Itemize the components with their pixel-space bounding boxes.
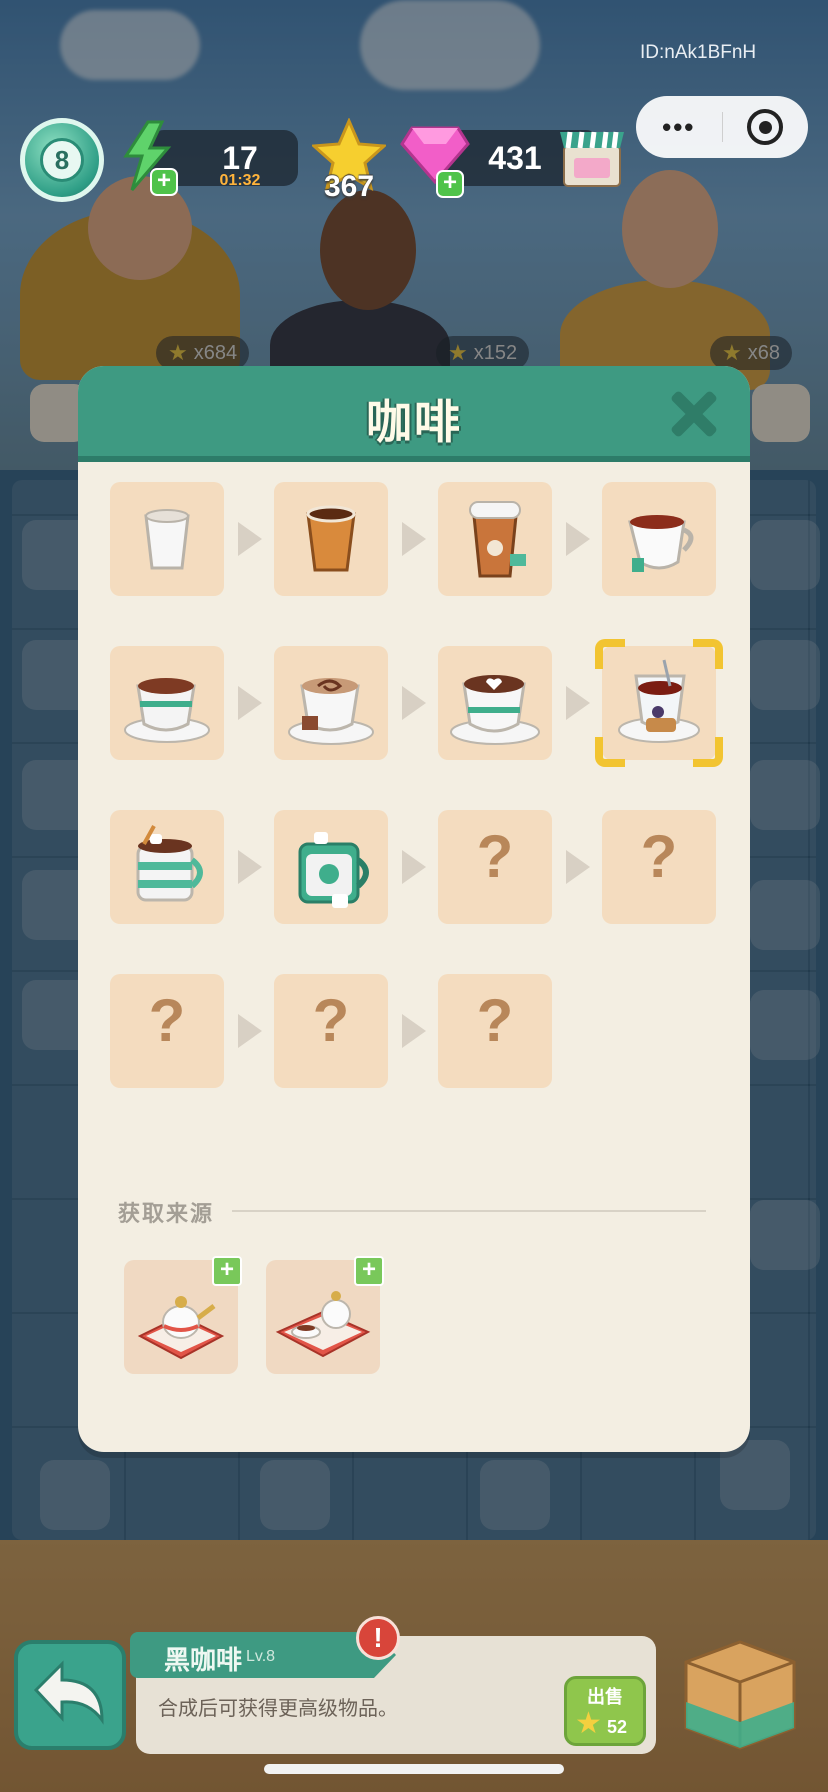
item-name: 黑咖啡 [164, 1645, 243, 1675]
modal-title: 咖啡 [366, 396, 462, 448]
chain-arrow [402, 1014, 426, 1048]
chain-tile-locked[interactable]: ? [110, 974, 224, 1088]
striped-mug-marshmallow-icon [136, 825, 203, 902]
chain-tile[interactable] [110, 646, 224, 760]
chain-tile[interactable] [274, 646, 388, 760]
sell-button[interactable]: 出售 ★ 52 [564, 1676, 646, 1746]
latte-heart-icon [450, 675, 540, 745]
source-tile[interactable]: + [124, 1256, 242, 1374]
takeaway-coffee-icon [469, 501, 526, 578]
add-source-button[interactable]: + [354, 1256, 384, 1286]
chain-arrow [566, 850, 590, 884]
item-level: Lv.8 [246, 1648, 276, 1665]
chain-arrow [402, 850, 426, 884]
unknown-item-mark: ? [640, 823, 678, 890]
source-tile[interactable]: + [266, 1256, 384, 1374]
more-menu-button[interactable]: ••• [636, 112, 722, 143]
target-icon [747, 109, 784, 145]
chain-arrow [238, 686, 262, 720]
home-indicator [264, 1764, 564, 1774]
item-chain-modal: 咖啡 ? ? ? ? ? 获取来源 + + [78, 366, 750, 1452]
storage-box-icon[interactable] [676, 1622, 804, 1752]
selected-item-frame [595, 639, 723, 767]
gem-value: 431 [488, 140, 542, 176]
chain-arrow [238, 522, 262, 556]
chain-arrow [402, 522, 426, 556]
chain-tile[interactable] [602, 482, 716, 596]
chain-tile[interactable] [438, 646, 552, 760]
add-energy-button[interactable]: + [150, 168, 178, 196]
coffee-mug-marshmallow-icon [298, 832, 369, 908]
shop-icon[interactable] [558, 124, 626, 190]
star-icon: ★ [575, 1707, 602, 1740]
chain-tile[interactable] [438, 482, 552, 596]
energy-timer: 01:32 [219, 172, 261, 189]
unknown-item-mark: ? [312, 987, 350, 1054]
sell-label: 出售 [587, 1687, 623, 1707]
unknown-item-mark: ? [476, 823, 514, 890]
sell-value: 52 [607, 1717, 628, 1737]
unknown-item-mark: ? [148, 987, 186, 1054]
chain-tile-locked[interactable]: ? [438, 810, 552, 924]
star-value: 367 [323, 170, 375, 203]
chain-tile-locked[interactable]: ? [438, 974, 552, 1088]
chain-arrow [566, 686, 590, 720]
close-miniprogram-button[interactable] [723, 109, 809, 145]
add-source-button[interactable]: + [212, 1256, 242, 1286]
paper-cup-empty-icon [144, 509, 190, 570]
miniprogram-capsule: ••• [636, 96, 808, 158]
chain-tile-locked[interactable]: ? [602, 810, 716, 924]
source-section-label: 获取来源 [118, 1201, 215, 1226]
chain-arrow [238, 1014, 262, 1048]
add-gems-button[interactable]: + [436, 170, 464, 198]
alert-badge[interactable]: ! [356, 1616, 400, 1660]
hot-chocolate-cup-icon [124, 678, 210, 743]
paper-cup-coffee-icon [306, 505, 356, 572]
chain-tile[interactable] [274, 810, 388, 924]
close-button[interactable] [668, 388, 720, 440]
player-level-value: 8 [40, 138, 84, 182]
chain-tile[interactable] [274, 482, 388, 596]
cappuccino-swirl-icon [288, 678, 374, 745]
chain-arrow [566, 522, 590, 556]
chain-tile[interactable] [110, 810, 224, 924]
back-arrow-icon [33, 1660, 104, 1725]
chain-arrow [402, 686, 426, 720]
chain-tile[interactable] [110, 482, 224, 596]
unknown-item-mark: ? [476, 987, 514, 1054]
chain-arrow [238, 850, 262, 884]
tea-cup-icon [628, 515, 694, 572]
back-button[interactable] [14, 1640, 126, 1750]
source-divider [232, 1210, 706, 1212]
player-level-badge[interactable]: 8 [20, 118, 104, 202]
chain-tile-locked[interactable]: ? [274, 974, 388, 1088]
item-description: 合成后可获得更高级物品。 [158, 1698, 398, 1720]
game-id-label: ID:nAk1BFnH [640, 42, 757, 63]
